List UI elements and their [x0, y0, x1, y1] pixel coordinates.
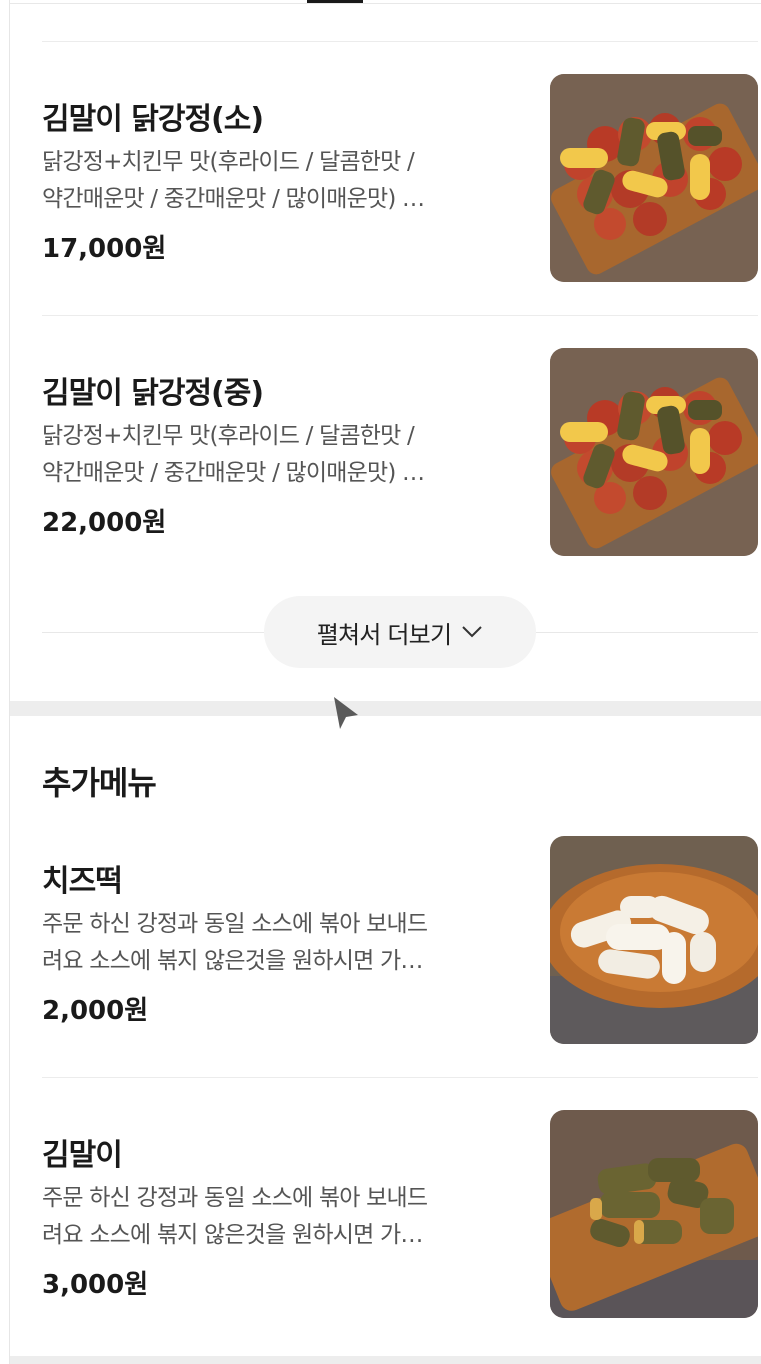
- bottom-divider-band: [10, 1356, 761, 1364]
- divider: [42, 315, 758, 316]
- menu-item[interactable]: 김말이 주문 하신 강정과 동일 소스에 볶아 보내드 려요 소스에 볶지 않은…: [42, 1110, 758, 1320]
- section-title: 추가메뉴: [42, 764, 157, 802]
- divider: [42, 1077, 758, 1078]
- menu-item-description: 닭강정+치킨무 맛(후라이드 / 달콤한맛 / 약간매운맛 / 중간매운맛 / …: [42, 149, 425, 212]
- menu-item-name: 김말이 닭강정(중): [42, 376, 264, 411]
- expand-more-button[interactable]: 펼쳐서 더보기: [264, 596, 536, 668]
- menu-item-name: 김말이 닭강정(소): [42, 102, 264, 137]
- menu-item-image[interactable]: [550, 74, 758, 282]
- menu-item-name: 치즈떡: [42, 864, 123, 899]
- expand-more-row: 펼쳐서 더보기: [42, 596, 758, 668]
- menu-item-image[interactable]: [550, 348, 758, 556]
- menu-item-price: 17,000원: [42, 234, 167, 264]
- menu-item[interactable]: 치즈떡 주문 하신 강정과 동일 소스에 볶아 보내드 려요 소스에 볶지 않은…: [42, 836, 758, 1046]
- menu-item-name: 김말이: [42, 1138, 123, 1173]
- menu-item[interactable]: 김말이 닭강정(중) 닭강정+치킨무 맛(후라이드 / 달콤한맛 / 약간매운맛…: [42, 348, 758, 558]
- divider: [42, 41, 758, 42]
- menu-item-price: 22,000원: [42, 508, 167, 538]
- top-border: [10, 3, 761, 4]
- left-border: [9, 0, 10, 1364]
- menu-item-price: 3,000원: [42, 1270, 149, 1300]
- menu-item-image[interactable]: [550, 1110, 758, 1318]
- chevron-down-icon: [462, 626, 482, 638]
- menu-item[interactable]: 김말이 닭강정(소) 닭강정+치킨무 맛(후라이드 / 달콤한맛 / 약간매운맛…: [42, 74, 758, 284]
- mouse-cursor-icon: [334, 697, 358, 729]
- menu-item-description: 닭강정+치킨무 맛(후라이드 / 달콤한맛 / 약간매운맛 / 중간매운맛 / …: [42, 423, 425, 486]
- menu-item-price: 2,000원: [42, 996, 149, 1026]
- menu-item-image[interactable]: [550, 836, 758, 1044]
- section-divider-band: [10, 701, 761, 716]
- menu-item-description: 주문 하신 강정과 동일 소스에 볶아 보내드 려요 소스에 볶지 않은것을 원…: [42, 1185, 428, 1248]
- menu-item-description: 주문 하신 강정과 동일 소스에 볶아 보내드 려요 소스에 볶지 않은것을 원…: [42, 911, 428, 974]
- expand-more-label: 펼쳐서 더보기: [316, 620, 452, 649]
- active-tab-indicator: [307, 0, 363, 3]
